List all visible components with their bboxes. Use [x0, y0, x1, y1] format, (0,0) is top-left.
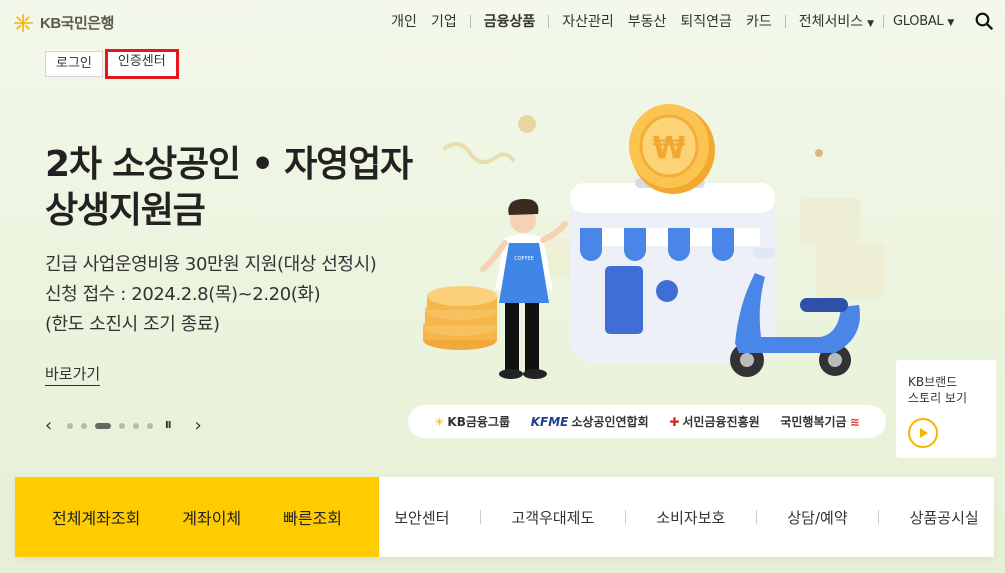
nav-products[interactable]: 금융상품	[477, 11, 543, 31]
shop-door	[605, 266, 643, 334]
seomin-logo-icon: ✚	[669, 414, 680, 429]
won-symbol: ₩	[652, 131, 685, 166]
quick-consult-reserve[interactable]: 상담/예약	[787, 507, 847, 528]
partner-seomin-label: 서민금융진흥원	[682, 415, 760, 429]
carousel-dot[interactable]	[67, 422, 73, 429]
quick-divider	[755, 510, 757, 524]
play-button[interactable]	[908, 418, 938, 448]
hero-desc-line1: 긴급 사업운영비용 30만원 지원(대상 선정시)	[45, 254, 377, 275]
nav-personal[interactable]: 개인	[384, 11, 424, 31]
hero-desc-line2: 신청 접수 : 2024.2.8(목)~2.20(화)	[45, 284, 321, 305]
kb-star-icon: ✳	[434, 414, 445, 429]
quick-security-center[interactable]: 보안센터	[394, 507, 449, 528]
quick-divider	[878, 510, 880, 524]
partner-kfme-label: 소상공인연합회	[571, 415, 649, 429]
quick-customer-benefits[interactable]: 고객우대제도	[511, 507, 594, 528]
quick-divider	[624, 510, 626, 524]
logo-text: KB국민은행	[40, 15, 114, 32]
quick-divider	[479, 510, 481, 524]
nav-all-services-label: 전체서비스	[798, 14, 864, 30]
cert-center-button[interactable]: 인증센터	[104, 49, 179, 79]
quick-all-accounts[interactable]: 전체계좌조회	[52, 505, 140, 529]
nav-divider	[784, 14, 786, 28]
carousel-pause-icon[interactable]: II	[165, 420, 172, 431]
nav-global-label: GLOBAL	[893, 13, 944, 29]
deco-ball-small	[815, 149, 823, 157]
carousel-dot[interactable]	[81, 422, 87, 429]
partner-kfme: KFME 소상공인연합회	[531, 413, 649, 430]
search-icon[interactable]	[975, 12, 993, 30]
quick-product-disclosure[interactable]: 상품공시실	[910, 507, 979, 528]
partner-logos-bar: ✳ KB금융그룹 KFME 소상공인연합회 ✚ 서민금융진흥원 국민행복기금 ≋	[408, 405, 886, 438]
quick-consumer-protection[interactable]: 소비자보호	[656, 507, 725, 528]
nav-pension[interactable]: 퇴직연금	[673, 11, 739, 31]
quick-menu-secondary: 보안센터 고객우대제도 소비자보호 상담/예약 상품공시실	[379, 477, 994, 557]
play-icon	[920, 428, 928, 438]
apron-text: COFFEE	[514, 256, 534, 262]
carousel-prev-icon[interactable]: ‹	[45, 415, 59, 436]
quick-fast-lookup[interactable]: 빠른조회	[283, 505, 342, 529]
partner-kookmin: 국민행복기금 ≋	[780, 413, 859, 430]
shop-window	[656, 280, 678, 302]
caret-down-icon: ▼	[867, 19, 875, 29]
carousel-dot-active[interactable]	[95, 422, 111, 429]
partner-kb-group-label: KB금융그룹	[447, 415, 511, 429]
main-nav: 개인 기업 금융상품 자산관리 부동산 퇴직연금 카드 전체서비스 ▼ GLOBA…	[384, 11, 993, 31]
brand-story-line2: 스토리 보기	[908, 391, 968, 405]
quick-menu-primary: 전체계좌조회 계좌이체 빠른조회	[15, 477, 379, 557]
carousel-next-icon[interactable]: ›	[194, 415, 208, 436]
carousel-dot[interactable]	[133, 422, 139, 429]
kfme-logo: KFME	[530, 414, 569, 429]
carousel-controls: ‹ II ›	[45, 415, 208, 436]
carousel-dot[interactable]	[147, 422, 153, 429]
nav-card[interactable]: 카드	[739, 11, 779, 31]
partner-kb-group: ✳ KB금융그룹	[434, 413, 510, 430]
swirl-decoration	[443, 142, 515, 164]
nav-all-services[interactable]: 전체서비스 ▼	[792, 11, 881, 31]
kb-star-icon	[14, 13, 33, 32]
nav-realestate[interactable]: 부동산	[621, 11, 674, 31]
nav-divider	[883, 14, 885, 28]
login-button[interactable]: 로그인	[45, 51, 103, 77]
nav-business[interactable]: 기업	[424, 11, 464, 31]
partner-kookmin-label: 국민행복기금	[780, 415, 847, 429]
header: KB국민은행 개인 기업 금융상품 자산관리 부동산 퇴직연금 카드 전체서비스…	[0, 0, 1005, 44]
hero-desc-line3: (한도 소진시 조기 종료)	[45, 314, 220, 335]
quick-transfer[interactable]: 계좌이체	[182, 505, 241, 529]
hero-description: 긴급 사업운영비용 30만원 지원(대상 선정시) 신청 접수 : 2024.2…	[45, 250, 377, 340]
brand-story-line1: KB브랜드	[908, 375, 958, 389]
quick-menu: 전체계좌조회 계좌이체 빠른조회 보안센터 고객우대제도 소비자보호 상담/예약…	[15, 477, 994, 557]
auth-buttons: 로그인 인증센터	[45, 49, 179, 79]
hero-title-line1: 2차 소상공인 • 자영업자	[45, 144, 413, 185]
woman-figure: COFFEE	[480, 198, 568, 379]
kb-logo[interactable]: KB국민은행	[14, 12, 114, 33]
hero-title: 2차 소상공인 • 자영업자 상생지원금	[45, 142, 413, 234]
nav-divider	[548, 14, 550, 28]
nav-global[interactable]: GLOBAL ▼	[886, 14, 961, 29]
kookmin-logo-icon: ≋	[849, 414, 860, 429]
hero-go-link[interactable]: 바로가기	[45, 363, 101, 386]
hero-title-line2: 상생지원금	[45, 190, 206, 231]
carousel-dot[interactable]	[119, 422, 125, 429]
partner-seomin: ✚ 서민금융진흥원	[669, 413, 759, 430]
coin-stack	[423, 286, 497, 350]
nav-asset[interactable]: 자산관리	[555, 11, 621, 31]
nav-divider	[469, 14, 471, 28]
hero-illustration: ₩ COFFEE	[423, 104, 885, 379]
caret-down-icon: ▼	[947, 17, 954, 28]
deco-ball	[518, 115, 536, 133]
brand-story-box[interactable]: KB브랜드 스토리 보기	[896, 360, 996, 458]
